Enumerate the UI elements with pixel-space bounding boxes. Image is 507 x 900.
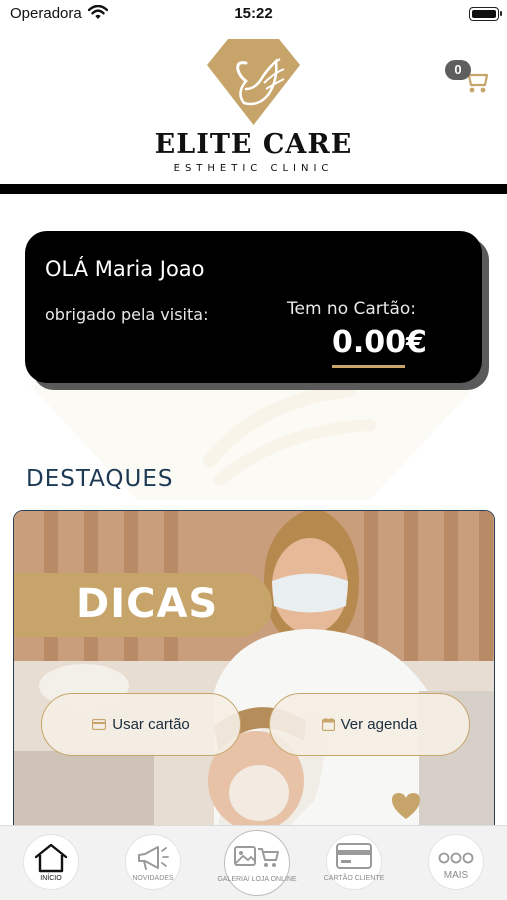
hero-photo <box>14 511 494 839</box>
section-title-highlights: DESTAQUES <box>26 466 174 492</box>
home-icon <box>34 843 68 873</box>
user-name: Maria Joao <box>94 257 205 281</box>
calendar-icon <box>321 718 335 731</box>
app-header: ELITE CARE ESTHETIC CLINIC 0 <box>0 30 507 184</box>
tab-gallery-shop[interactable]: GALERIA/ LOJA ONLINE <box>217 830 297 896</box>
brand-name: ELITE CARE <box>154 129 353 160</box>
battery-icon <box>469 7 502 21</box>
tab-home-label: INÍCIO <box>40 875 62 882</box>
tab-news-label: NOVIDADES <box>132 875 174 882</box>
greeting-line: OLÁ Maria Joao <box>45 257 205 281</box>
image-cart-icon <box>234 846 279 867</box>
tab-client-card-label: CARTÃO CLIENTE <box>323 875 385 882</box>
header-divider <box>0 184 507 194</box>
swan-diamond-logo <box>207 39 300 125</box>
thanks-text: obrigado pela visita: <box>45 305 209 324</box>
highlight-banner[interactable]: DICAS Usar cartão Ver agenda <box>13 510 495 840</box>
heart-icon[interactable] <box>390 791 422 821</box>
view-agenda-label: Ver agenda <box>340 716 418 733</box>
view-agenda-button[interactable]: Ver agenda <box>269 693 470 756</box>
cart-button[interactable]: 0 <box>445 60 491 100</box>
clock: 15:22 <box>234 5 273 22</box>
tips-banner-text: DICAS <box>76 581 219 627</box>
tab-more-label: MAIS <box>443 870 469 881</box>
balance-underline <box>332 365 405 368</box>
use-card-label: Usar cartão <box>112 716 190 733</box>
cart-count-badge: 0 <box>445 60 471 80</box>
tab-more[interactable]: MAIS <box>428 834 484 890</box>
tab-client-card[interactable]: CARTÃO CLIENTE <box>324 834 384 890</box>
tab-gallery-label: GALERIA/ LOJA ONLINE <box>217 876 297 883</box>
dots-icon <box>438 852 474 864</box>
megaphone-icon <box>138 846 169 870</box>
status-bar: Operadora 15:22 <box>0 0 507 30</box>
credit-card-icon <box>336 843 372 869</box>
greeting-hello: OLÁ <box>45 257 89 281</box>
tab-home[interactable]: INÍCIO <box>23 834 79 890</box>
card-balance: 0.00€ <box>332 325 427 360</box>
balance-label: Tem no Cartão: <box>287 299 416 319</box>
use-card-button[interactable]: Usar cartão <box>41 693 241 756</box>
brand-subtitle: ESTHETIC CLINIC <box>173 163 334 174</box>
bottom-tab-bar: INÍCIO NOVIDADES GALERIA/ LOJA ONLINE CA… <box>0 825 507 900</box>
credit-card-icon <box>92 719 107 730</box>
tab-news[interactable]: NOVIDADES <box>125 834 181 890</box>
greeting-card: OLÁ Maria Joao obrigado pela visita: Tem… <box>25 231 482 383</box>
